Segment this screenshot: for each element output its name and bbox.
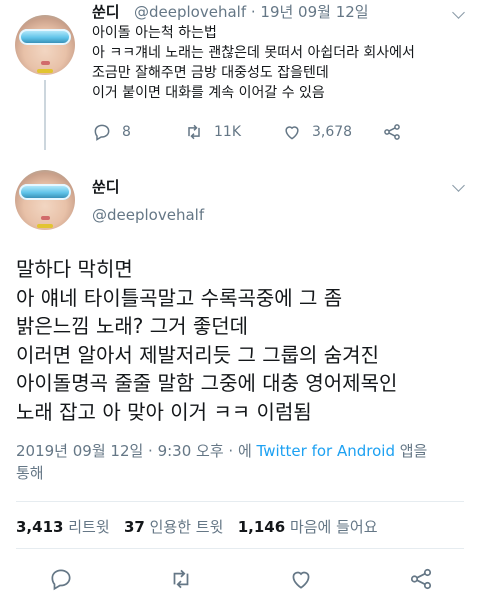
- tweet-text: 아이돌 아는척 하는법 아 ㅋㅋ걔네 노래는 괜찮은데 못떠서 아쉽더라 회사에…: [92, 25, 415, 101]
- retweet-icon[interactable]: [168, 566, 194, 592]
- avatar[interactable]: [15, 15, 75, 75]
- reply-button[interactable]: 8: [92, 122, 131, 142]
- retweet-count[interactable]: 3,413: [16, 518, 63, 536]
- author-name[interactable]: 쑨디: [92, 176, 120, 197]
- thread-line: [44, 80, 46, 150]
- share-button[interactable]: [382, 122, 412, 142]
- like-count[interactable]: 1,146: [238, 518, 285, 536]
- like-button[interactable]: 3,678: [282, 122, 352, 142]
- author-name[interactable]: 쑨디: [92, 1, 120, 22]
- like-icon: [285, 126, 299, 140]
- chevron-down-icon[interactable]: [452, 6, 465, 19]
- share-icon[interactable]: [408, 566, 434, 592]
- like-icon[interactable]: [288, 566, 314, 592]
- reply-icon[interactable]: [48, 566, 74, 592]
- share-icon: [384, 124, 400, 140]
- divider: [16, 548, 464, 549]
- author-handle[interactable]: @deeplovehalf: [92, 206, 204, 224]
- tweet-timestamp: 2019년 09월 12일 · 9:30 오후 · 에 Twitter for …: [16, 442, 428, 482]
- retweet-button[interactable]: 11K: [184, 122, 241, 142]
- chevron-down-icon[interactable]: [452, 179, 465, 192]
- divider: [16, 501, 464, 502]
- reply-icon: [94, 124, 110, 141]
- tweet-stats: 3,413 리트윗 37 인용한 트윗 1,146 마음에 들어요: [16, 518, 378, 536]
- author-handle-date[interactable]: @deeplovehalf · 19년 09월 12일: [134, 1, 369, 22]
- retweet-icon: [188, 124, 200, 140]
- source-link[interactable]: Twitter for Android: [257, 442, 395, 460]
- quote-count[interactable]: 37: [124, 518, 145, 536]
- avatar[interactable]: [15, 170, 75, 230]
- tweet-text: 말하다 막히면 아 얘네 타이틀곡말고 수록곡중에 그 좀 밝은느낌 노래? 그…: [16, 257, 398, 424]
